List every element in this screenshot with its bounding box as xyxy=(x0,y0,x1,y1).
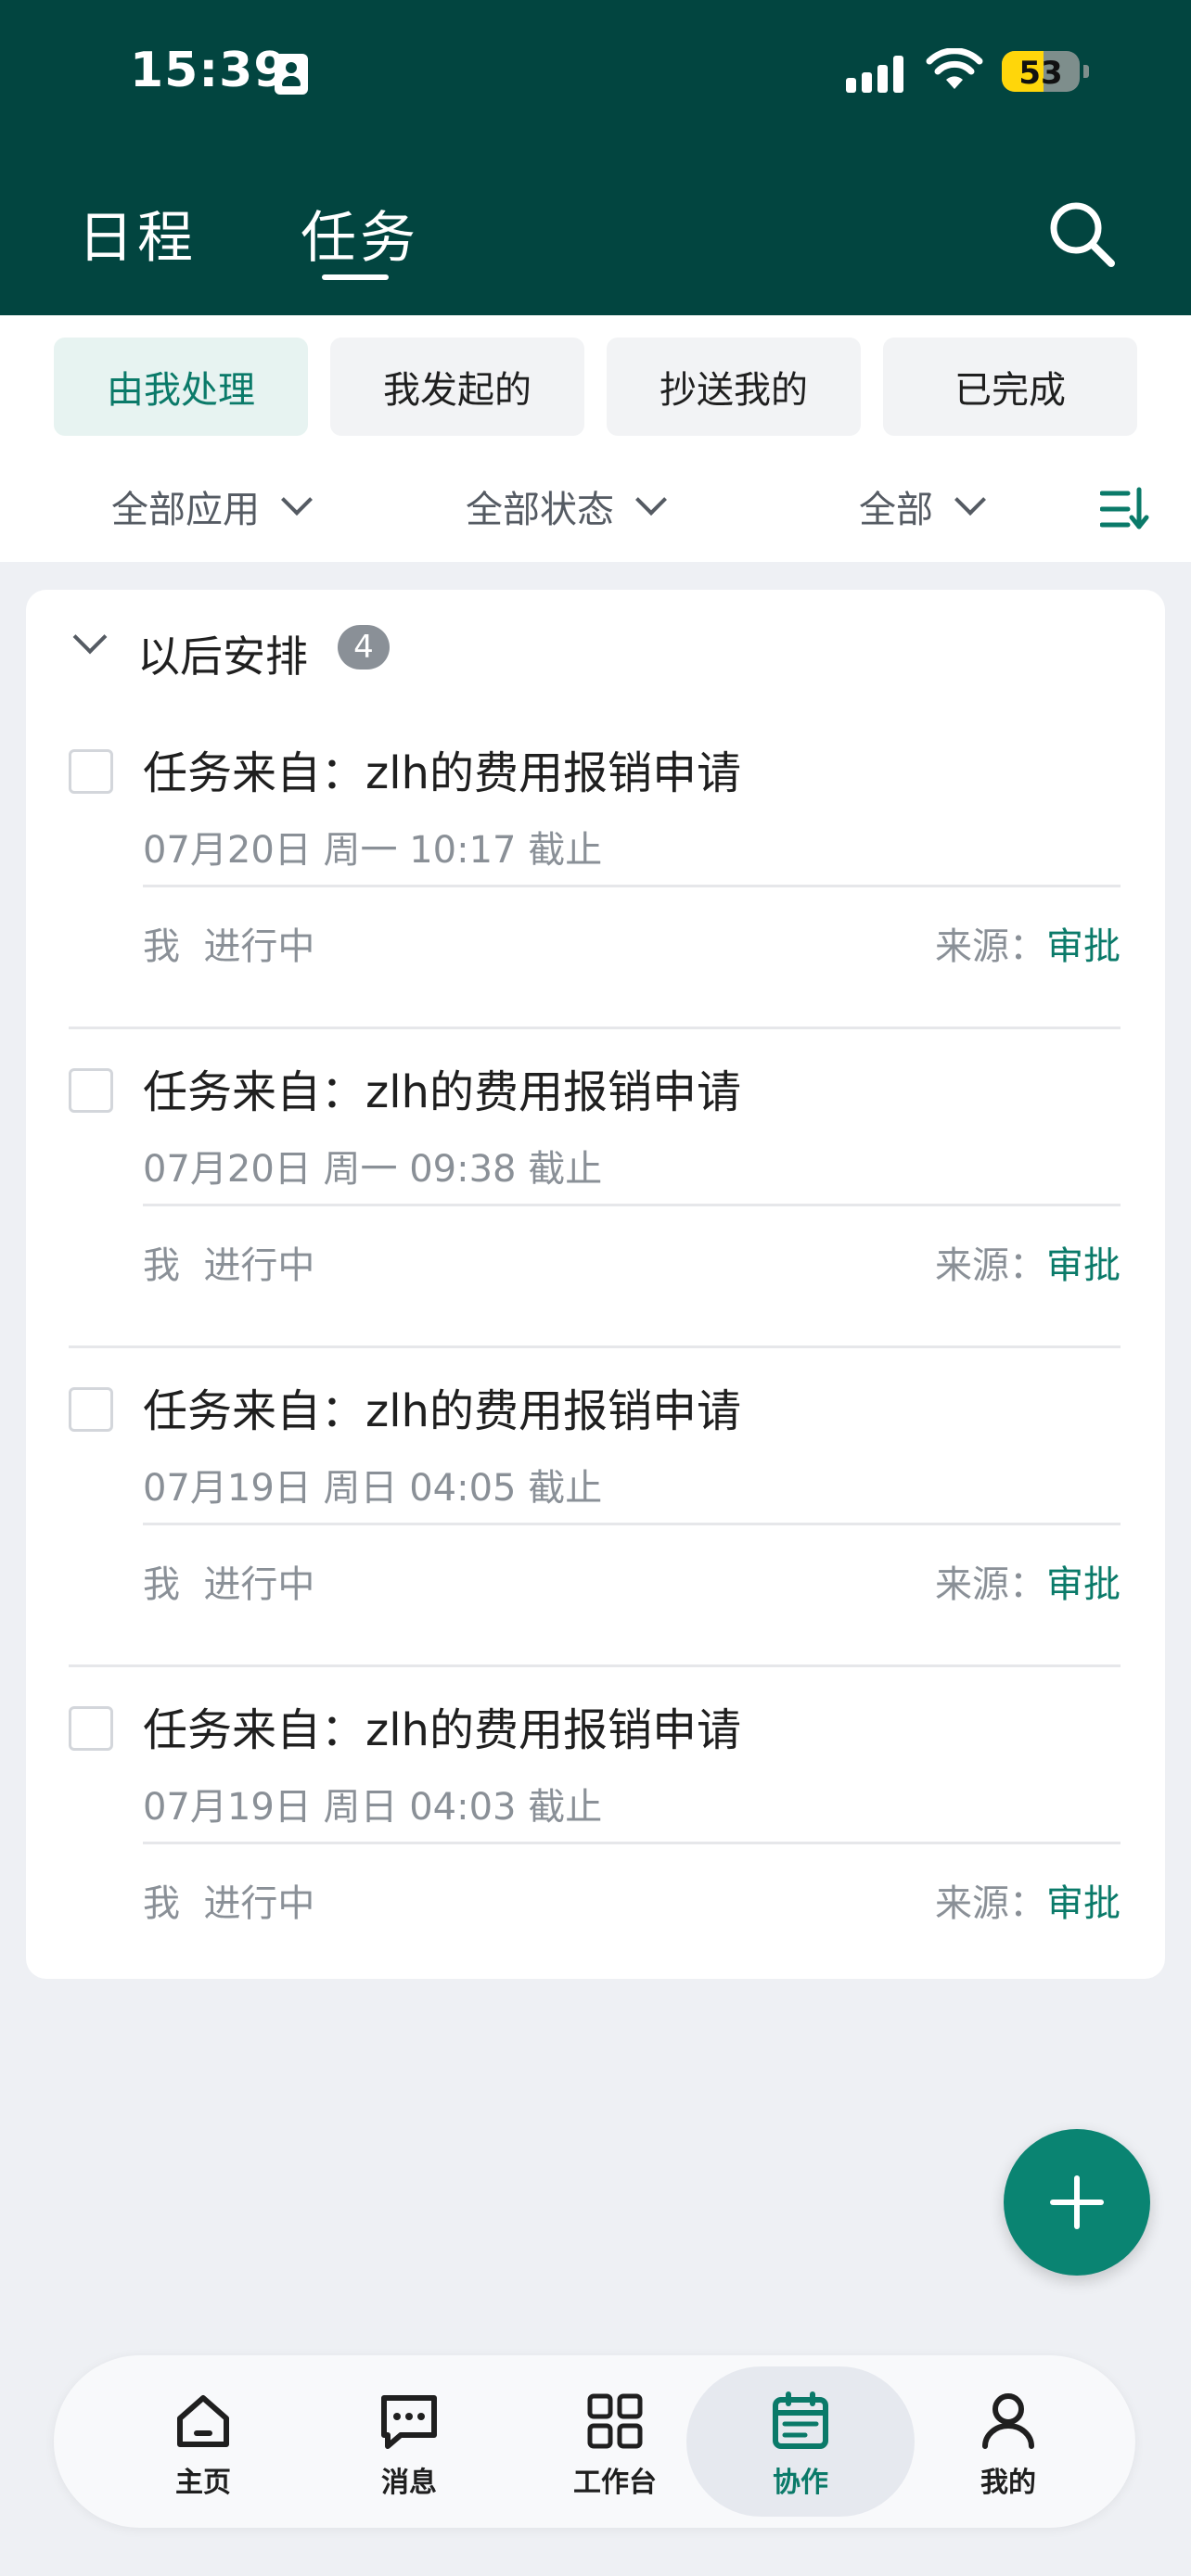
nav-item-messages[interactable]: 消息 xyxy=(295,2355,523,2528)
user-icon xyxy=(982,2393,1034,2449)
task-owner: 我 xyxy=(143,1563,180,1606)
source-label: 来源： xyxy=(935,1244,1046,1287)
task-title: 任务来自：zlh的费用报销申请 xyxy=(143,1385,741,1437)
cellular-signal-icon xyxy=(846,52,905,93)
nav-label: 消息 xyxy=(381,2467,437,2499)
divider xyxy=(143,1842,1121,1844)
dropdown-all-apps[interactable]: 全部应用 xyxy=(111,478,313,534)
task-meta: 我 进行中 xyxy=(143,916,314,970)
task-meta: 我 进行中 xyxy=(143,1873,314,1927)
chip-assigned-to-me[interactable]: 由我处理 xyxy=(54,338,308,436)
battery-icon: 53 xyxy=(1002,51,1080,92)
task-meta: 我 进行中 xyxy=(143,1554,314,1608)
nav-label: 我的 xyxy=(980,2467,1036,2499)
task-deadline: 07月20日 周一 10:17 截止 xyxy=(143,829,603,872)
search-icon[interactable] xyxy=(1046,198,1117,269)
contact-card-icon xyxy=(275,54,308,95)
task-status: 进行中 xyxy=(203,925,315,968)
group-count-badge: 4 xyxy=(338,625,390,670)
message-icon xyxy=(381,2395,437,2449)
group-header[interactable]: 以后安排 4 xyxy=(26,590,1165,710)
task-source: 来源：审批 xyxy=(935,1873,1121,1927)
task-deadline: 07月20日 周一 09:38 截止 xyxy=(143,1148,603,1191)
nav-item-me[interactable]: 我的 xyxy=(894,2355,1122,2528)
battery-cap xyxy=(1083,65,1089,78)
nav-label: 工作台 xyxy=(573,2467,657,2499)
chip-initiated-by-me[interactable]: 我发起的 xyxy=(330,338,584,436)
divider xyxy=(143,1523,1121,1525)
chevron-down-icon xyxy=(635,484,667,516)
task-owner: 我 xyxy=(143,1882,180,1925)
status-bar: 15:39 53 xyxy=(0,0,1191,139)
task-item[interactable]: 任务来自：zlh的费用报销申请 07月20日 周一 09:38 截止 我 进行中… xyxy=(26,1029,1165,1348)
task-deadline: 07月19日 周日 04:03 截止 xyxy=(143,1786,603,1829)
task-meta: 我 进行中 xyxy=(143,1235,314,1289)
source-value[interactable]: 审批 xyxy=(1046,1563,1121,1606)
task-status: 进行中 xyxy=(203,1882,315,1925)
source-value[interactable]: 审批 xyxy=(1046,1244,1121,1287)
task-title: 任务来自：zlh的费用报销申请 xyxy=(143,1704,741,1756)
task-owner: 我 xyxy=(143,925,180,968)
chevron-down-icon xyxy=(954,484,986,516)
task-status: 进行中 xyxy=(203,1563,315,1606)
dropdown-label: 全部状态 xyxy=(466,489,614,531)
nav-item-collaboration[interactable]: 协作 xyxy=(686,2355,915,2528)
task-checkbox[interactable] xyxy=(69,1706,113,1751)
task-owner: 我 xyxy=(143,1244,180,1287)
sort-icon[interactable] xyxy=(1100,486,1150,532)
dropdown-all-status[interactable]: 全部状态 xyxy=(466,478,667,534)
add-task-button[interactable] xyxy=(1004,2129,1150,2276)
task-source: 来源：审批 xyxy=(935,1235,1121,1289)
task-item[interactable]: 任务来自：zlh的费用报销申请 07月20日 周一 10:17 截止 我 进行中… xyxy=(26,710,1165,1029)
task-source: 来源：审批 xyxy=(935,1554,1121,1608)
task-title: 任务来自：zlh的费用报销申请 xyxy=(143,747,741,799)
status-time: 15:39 xyxy=(130,43,288,98)
chip-cc-to-me[interactable]: 抄送我的 xyxy=(607,338,861,436)
dropdown-label: 全部应用 xyxy=(111,489,260,531)
filter-panel: 由我处理 我发起的 抄送我的 已完成 全部应用 全部状态 全部 xyxy=(0,315,1191,562)
bottom-nav: 主页 消息 工作台 协作 我的 xyxy=(54,2355,1135,2528)
task-checkbox[interactable] xyxy=(69,1387,113,1432)
source-value[interactable]: 审批 xyxy=(1046,1882,1121,1925)
task-title: 任务来自：zlh的费用报销申请 xyxy=(143,1066,741,1118)
battery-percent: 53 xyxy=(1018,55,1063,92)
chevron-down-icon[interactable] xyxy=(72,619,108,655)
source-label: 来源： xyxy=(935,1882,1046,1925)
task-deadline: 07月19日 周日 04:05 截止 xyxy=(143,1467,603,1510)
dropdown-label: 全部 xyxy=(859,489,933,531)
source-label: 来源： xyxy=(935,1563,1046,1606)
source-value[interactable]: 审批 xyxy=(1046,925,1121,968)
dropdown-all[interactable]: 全部 xyxy=(859,478,986,534)
source-label: 来源： xyxy=(935,925,1046,968)
calendar-icon xyxy=(773,2391,828,2449)
task-source: 来源：审批 xyxy=(935,916,1121,970)
task-group-card: 以后安排 4 任务来自：zlh的费用报销申请 07月20日 周一 10:17 截… xyxy=(26,590,1165,1979)
tab-tasks[interactable]: 任务 xyxy=(301,193,419,274)
app-header: 15:39 53 日程 任务 xyxy=(0,0,1191,315)
chip-completed[interactable]: 已完成 xyxy=(883,338,1137,436)
divider xyxy=(143,1204,1121,1206)
wifi-icon xyxy=(926,48,983,89)
task-item[interactable]: 任务来自：zlh的费用报销申请 07月19日 周日 04:05 截止 我 进行中… xyxy=(26,1348,1165,1667)
nav-item-home[interactable]: 主页 xyxy=(89,2355,317,2528)
home-icon xyxy=(177,2395,229,2447)
active-tab-indicator xyxy=(322,274,389,280)
chevron-down-icon xyxy=(281,484,313,516)
nav-label: 协作 xyxy=(773,2467,828,2499)
task-status: 进行中 xyxy=(203,1244,315,1287)
nav-label: 主页 xyxy=(175,2467,231,2499)
grid-icon xyxy=(587,2393,643,2449)
task-checkbox[interactable] xyxy=(69,1068,113,1113)
task-item[interactable]: 任务来自：zlh的费用报销申请 07月19日 周日 04:03 截止 我 进行中… xyxy=(26,1667,1165,1986)
divider xyxy=(143,885,1121,887)
tab-schedule[interactable]: 日程 xyxy=(78,193,197,274)
group-title: 以后安排 xyxy=(137,631,308,682)
task-checkbox[interactable] xyxy=(69,749,113,794)
